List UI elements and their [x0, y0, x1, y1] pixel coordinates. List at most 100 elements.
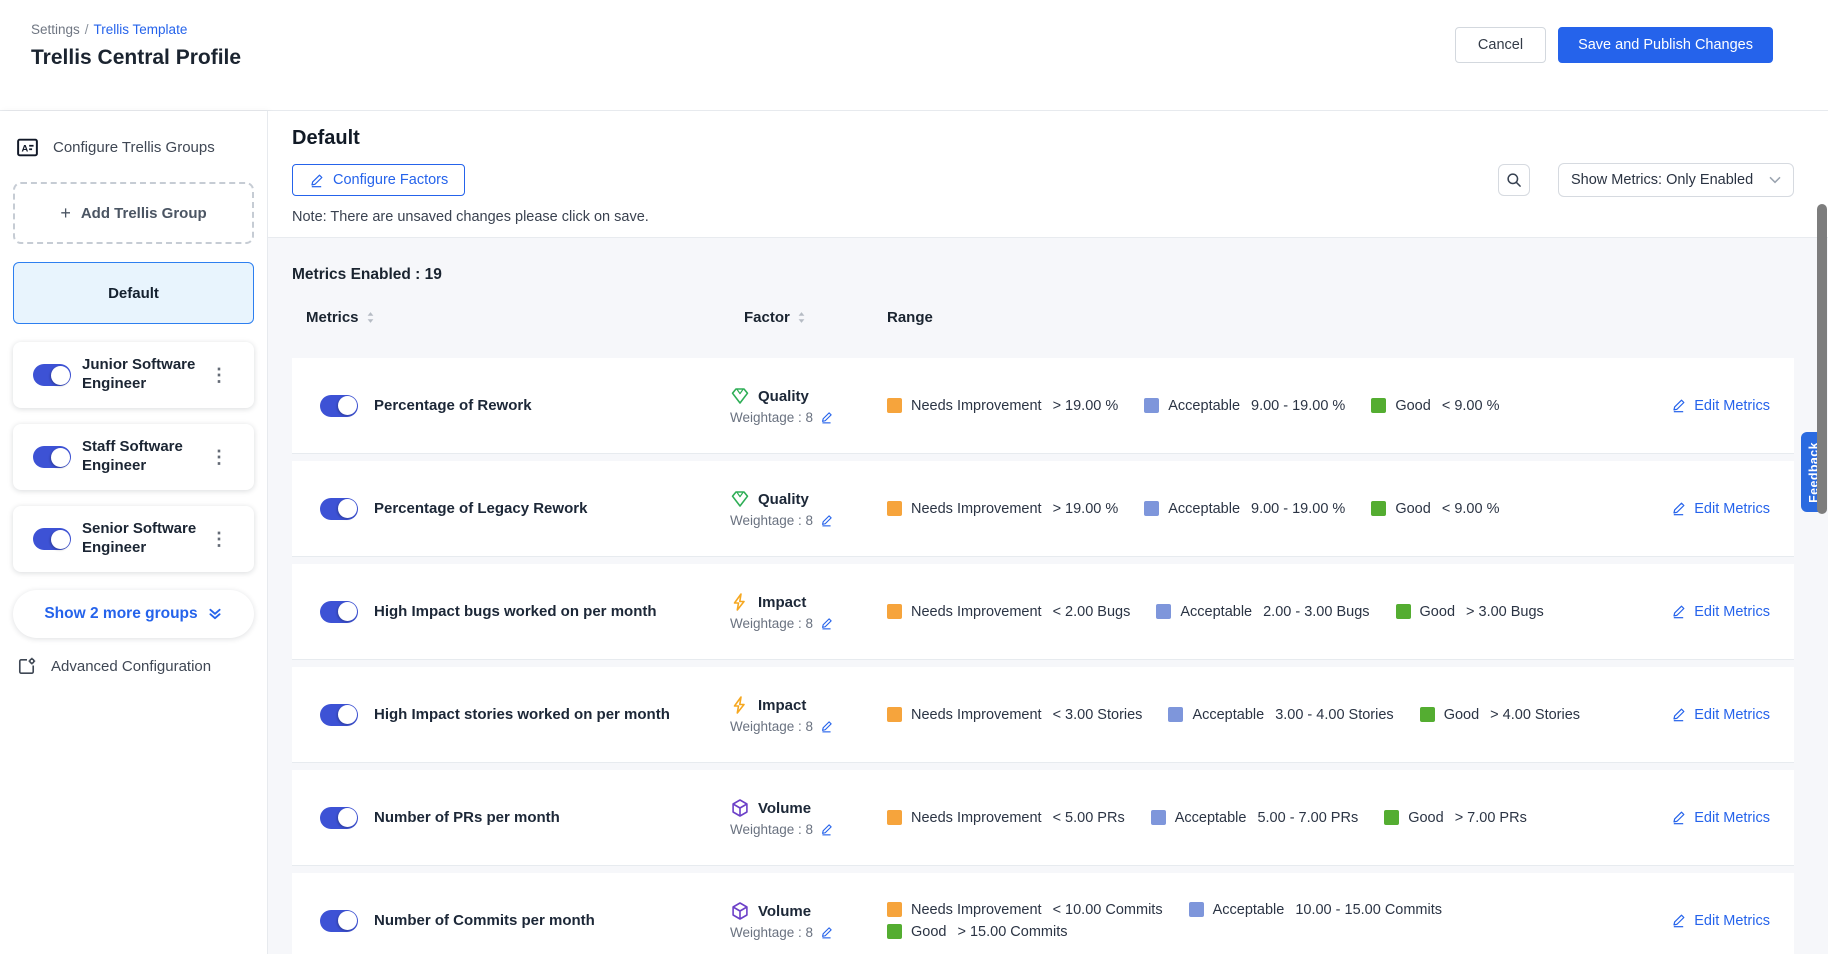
advanced-configuration-link[interactable]: Advanced Configuration — [15, 655, 254, 678]
range-color-swatch — [887, 707, 902, 722]
group-item[interactable]: Senior Software Engineer ⋮ — [13, 506, 254, 572]
weightage-label: Weightage : 8 — [730, 616, 813, 631]
group-toggle[interactable] — [33, 364, 71, 386]
metric-row: Percentage of Legacy Rework Quality Weig… — [292, 461, 1794, 557]
cancel-button[interactable]: Cancel — [1455, 27, 1546, 63]
range-color-swatch — [887, 501, 902, 516]
vertical-scrollbar[interactable] — [1817, 204, 1827, 514]
sort-icon[interactable] — [366, 311, 375, 324]
edit-metrics-link[interactable]: Edit Metrics — [1627, 501, 1794, 517]
toolbar-row: Configure Factors Show Metrics: Only Ena… — [292, 163, 1794, 197]
range-color-swatch — [887, 924, 902, 939]
main-header: Default Configure Factors — [268, 111, 1828, 237]
sidebar: A Configure Trellis Groups + Add Trellis… — [0, 111, 268, 954]
range-acceptable: Acceptable9.00 - 19.00 % — [1144, 501, 1345, 517]
breadcrumb-trellis-template[interactable]: Trellis Template — [94, 22, 188, 37]
range-color-swatch — [1371, 501, 1386, 516]
factor-cell: Impact Weightage : 8 — [730, 695, 887, 734]
group-item-default-label: Default — [108, 285, 159, 302]
search-button[interactable] — [1498, 164, 1530, 196]
edit-weightage-icon[interactable] — [820, 411, 833, 424]
sort-icon[interactable] — [797, 311, 806, 324]
toggle-knob — [338, 911, 357, 930]
plus-icon: + — [60, 203, 71, 224]
edit-pencil-icon — [1671, 810, 1686, 825]
group-item[interactable]: Junior Software Engineer ⋮ — [13, 342, 254, 408]
breadcrumb-settings[interactable]: Settings — [31, 22, 80, 37]
factor-name: Quality — [758, 491, 809, 508]
range-cell: Needs Improvement< 5.00 PRsAcceptable5.0… — [887, 810, 1627, 826]
group-item-label: Staff Software Engineer — [82, 438, 210, 476]
pencil-icon — [309, 173, 324, 188]
impact-lightning-icon — [730, 695, 750, 715]
column-header-factor[interactable]: Factor — [730, 309, 887, 326]
edit-metrics-link[interactable]: Edit Metrics — [1627, 398, 1794, 414]
edit-weightage-icon[interactable] — [820, 514, 833, 527]
range-good: Good< 9.00 % — [1371, 398, 1499, 414]
weightage-label: Weightage : 8 — [730, 410, 813, 425]
range-good: Good> 15.00 Commits — [887, 924, 1068, 940]
edit-metrics-link[interactable]: Edit Metrics — [1627, 604, 1794, 620]
column-header-metrics[interactable]: Metrics — [292, 309, 730, 326]
quality-gem-icon — [730, 489, 750, 509]
group-list: Junior Software Engineer ⋮ Staff Softwar… — [13, 342, 254, 572]
edit-weightage-icon[interactable] — [820, 720, 833, 733]
range-acceptable: Acceptable10.00 - 15.00 Commits — [1189, 902, 1442, 918]
metric-name: Percentage of Rework — [374, 397, 532, 414]
volume-cube-icon — [730, 901, 750, 921]
metric-cell: Number of PRs per month — [292, 807, 730, 829]
factor-cell: Quality Weightage : 8 — [730, 386, 887, 425]
metric-toggle[interactable] — [320, 807, 358, 829]
metric-toggle[interactable] — [320, 704, 358, 726]
toggle-knob — [338, 705, 357, 724]
edit-metrics-link[interactable]: Edit Metrics — [1627, 913, 1794, 929]
group-toggle[interactable] — [33, 528, 71, 550]
weightage-label: Weightage : 8 — [730, 925, 813, 940]
range-acceptable: Acceptable2.00 - 3.00 Bugs — [1156, 604, 1369, 620]
range-color-swatch — [1384, 810, 1399, 825]
group-item[interactable]: Staff Software Engineer ⋮ — [13, 424, 254, 490]
kebab-menu-icon[interactable]: ⋮ — [210, 448, 228, 466]
show-metrics-dropdown[interactable]: Show Metrics: Only Enabled — [1558, 163, 1794, 197]
group-item-label: Senior Software Engineer — [82, 520, 210, 558]
range-color-swatch — [887, 604, 902, 619]
chevron-down-icon — [1769, 176, 1781, 184]
range-cell: Needs Improvement< 2.00 Bugs Acceptable2.… — [887, 604, 1627, 620]
metric-toggle[interactable] — [320, 498, 358, 520]
impact-lightning-icon — [730, 592, 750, 612]
edit-metrics-link[interactable]: Edit Metrics — [1627, 810, 1794, 826]
edit-weightage-icon[interactable] — [820, 926, 833, 939]
edit-weightage-icon[interactable] — [820, 823, 833, 836]
group-toggle[interactable] — [33, 446, 71, 468]
metric-name: High Impact bugs worked on per month — [374, 603, 657, 620]
configure-factors-button[interactable]: Configure Factors — [292, 164, 465, 196]
metric-cell: High Impact bugs worked on per month — [292, 601, 730, 623]
show-more-groups-button[interactable]: Show 2 more groups — [13, 590, 254, 638]
breadcrumb-separator: / — [85, 22, 89, 37]
metric-toggle[interactable] — [320, 601, 358, 623]
range-needs-improvement: Needs Improvement> 19.00 % — [887, 501, 1118, 517]
add-trellis-group-button[interactable]: + Add Trellis Group — [13, 182, 254, 244]
metric-toggle[interactable] — [320, 395, 358, 417]
range-needs-improvement: Needs Improvement< 2.00 Bugs — [887, 604, 1130, 620]
toggle-knob — [338, 499, 357, 518]
configure-factors-label: Configure Factors — [333, 172, 448, 188]
trellis-central-profile-page: Settings / Trellis Template Trellis Cent… — [0, 0, 1828, 954]
factor-cell: Impact Weightage : 8 — [730, 592, 887, 631]
factor-name: Impact — [758, 697, 806, 714]
range-needs-improvement: Needs Improvement< 5.00 PRs — [887, 810, 1125, 826]
kebab-menu-icon[interactable]: ⋮ — [210, 530, 228, 548]
kebab-menu-icon[interactable]: ⋮ — [210, 366, 228, 384]
metric-cell: Percentage of Legacy Rework — [292, 498, 730, 520]
range-good: Good> 3.00 Bugs — [1396, 604, 1544, 620]
show-metrics-dropdown-value: Show Metrics: Only Enabled — [1571, 172, 1753, 188]
range-cell: Needs Improvement> 19.00 % Acceptable9.00… — [887, 501, 1627, 517]
edit-metrics-link[interactable]: Edit Metrics — [1627, 707, 1794, 723]
range-color-swatch — [887, 902, 902, 917]
double-chevron-down-icon — [207, 606, 223, 622]
metric-toggle[interactable] — [320, 910, 358, 932]
save-and-publish-button[interactable]: Save and Publish Changes — [1558, 27, 1773, 63]
edit-weightage-icon[interactable] — [820, 617, 833, 630]
range-color-swatch — [887, 810, 902, 825]
group-item-default[interactable]: Default — [13, 262, 254, 324]
